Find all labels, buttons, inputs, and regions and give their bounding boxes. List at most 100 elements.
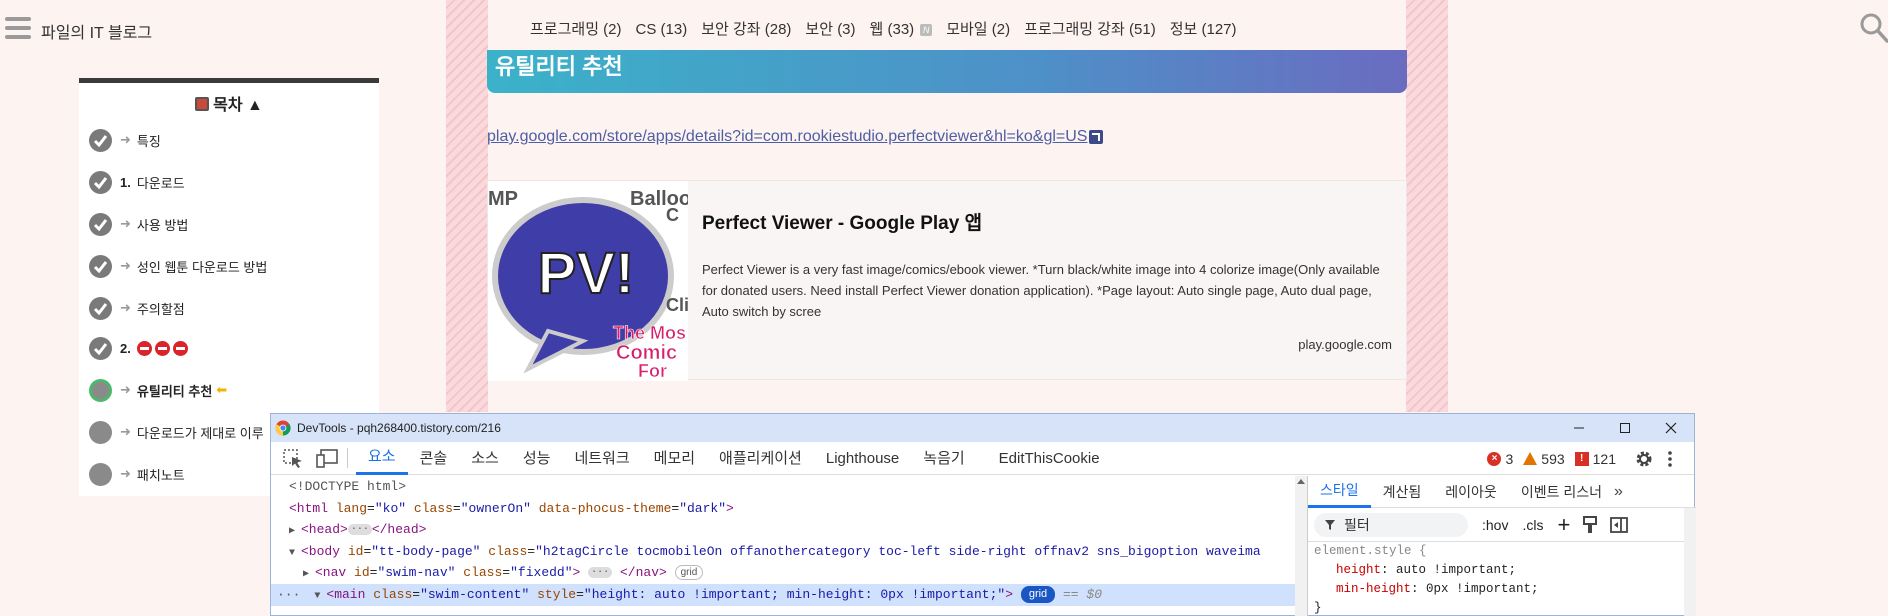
toc-item[interactable]: ➜ 성인 웹툰 다운로드 방법 — [89, 251, 267, 281]
more-options-icon[interactable] — [1662, 449, 1678, 469]
selected-node-ref: == $0 — [1062, 586, 1102, 602]
collapse-triangle-icon[interactable]: ▼ — [289, 543, 301, 565]
search-icon[interactable] — [1860, 12, 1888, 44]
nav-item[interactable]: 웹 (33) — [870, 21, 915, 38]
tab-performance[interactable]: 성능 — [511, 442, 563, 475]
link-preview-card[interactable]: MP Balloo PV! C Cli The Mos Comic For Pe… — [487, 180, 1407, 381]
toc-item[interactable]: 1. 다운로드 — [89, 167, 185, 197]
nav-item[interactable]: 프로그래밍 (2) — [530, 21, 622, 38]
link-text[interactable]: play.google.com/store/apps/details?id=co… — [487, 128, 1087, 145]
toc-item-label: 사용 방법 — [136, 217, 189, 233]
tab-computed[interactable]: 계산됨 — [1371, 476, 1434, 508]
arrow-icon: ➜ — [120, 216, 131, 231]
nav-item[interactable]: 정보 (127) — [1170, 21, 1237, 38]
no-entry-icon — [172, 340, 188, 356]
device-toolbar-icon[interactable] — [315, 447, 339, 469]
svg-text:PV!: PV! — [538, 241, 635, 306]
tab-recorder[interactable]: 녹음기 — [911, 442, 976, 475]
nav-item[interactable]: 모바일 (2) — [946, 21, 1010, 38]
arrow-icon: ➜ — [120, 424, 131, 439]
tab-layout[interactable]: 레이아웃 — [1433, 476, 1509, 508]
toc-book-icon — [195, 97, 210, 111]
blog-title[interactable]: 파일의 IT 블로그 — [41, 19, 152, 43]
filter-input[interactable]: 필터 — [1314, 512, 1468, 537]
pending-dot-icon — [89, 420, 112, 444]
hov-toggle[interactable]: :hov — [1482, 517, 1508, 533]
styles-tabs: 스타일 계산됨 레이아웃 이벤트 리스너 » — [1308, 476, 1696, 508]
nav-item[interactable]: CS (13) — [636, 21, 688, 38]
grid-badge[interactable]: grid — [1020, 586, 1056, 604]
devtools-titlebar: DevTools - pqh268400.tistory.com/216 — [271, 414, 1694, 442]
collapse-triangle-icon[interactable]: ▼ — [314, 586, 326, 608]
cls-toggle[interactable]: .cls — [1522, 517, 1543, 533]
toc-item-label: 다운로드가 제대로 이루 — [136, 425, 264, 441]
tab-sources[interactable]: 소스 — [459, 442, 511, 475]
menu-hamburger-icon[interactable] — [5, 17, 31, 39]
tab-lighthouse[interactable]: Lighthouse — [814, 442, 911, 475]
issues-icon: ! — [1574, 451, 1589, 466]
maximize-icon[interactable] — [1602, 414, 1648, 442]
tab-network[interactable]: 네트워크 — [562, 442, 641, 475]
nav-item[interactable]: 보안 강좌 (28) — [701, 21, 791, 38]
nav-item[interactable]: 프로그래밍 강좌 (51) — [1024, 21, 1156, 38]
checkmark-icon — [89, 128, 112, 152]
tab-elements[interactable]: 요소 — [356, 442, 408, 475]
grid-badge[interactable]: grid — [674, 565, 704, 581]
style-declaration[interactable]: height: auto !important; — [1314, 561, 1696, 580]
external-link[interactable]: play.google.com/store/apps/details?id=co… — [487, 128, 1104, 146]
toc-item[interactable]: ➜ 패치노트 — [89, 459, 185, 489]
expand-triangle-icon[interactable]: ▶ — [303, 564, 315, 586]
toc-item[interactable]: ➜ 유틸리티 추천 ⬅ — [89, 375, 227, 405]
settings-gear-icon[interactable] — [1634, 449, 1654, 469]
paint-brush-icon[interactable] — [1582, 515, 1598, 534]
style-declaration[interactable]: min-height: 0px !important; — [1314, 580, 1696, 599]
tab-editthiscookie[interactable]: EditThisCookie — [987, 442, 1112, 475]
filter-icon — [1325, 519, 1335, 530]
collapsed-ellipsis[interactable]: ··· — [588, 567, 613, 579]
svg-text:MP: MP — [488, 188, 518, 210]
arrow-icon: ➜ — [120, 382, 131, 397]
card-title[interactable]: Perfect Viewer - Google Play 앱 — [702, 208, 982, 235]
inspect-element-icon[interactable] — [281, 447, 305, 469]
issue-counters[interactable]: × 3 593 ! 121 — [1487, 442, 1678, 475]
toc-item[interactable]: ➜ 다운로드가 제대로 이루 — [89, 417, 264, 447]
toc-title[interactable]: 목차 ▲ — [79, 91, 379, 115]
checkmark-icon — [89, 212, 112, 236]
minimize-icon[interactable] — [1556, 414, 1602, 442]
toc-item-label: 성인 웹툰 다운로드 방법 — [136, 259, 268, 275]
dom-line-head[interactable]: ▶ <head> ··· </head> — [271, 519, 1295, 541]
toc-item[interactable]: ➜ 주의할점 — [89, 293, 185, 323]
rule-selector[interactable]: element.style { — [1314, 542, 1696, 561]
dom-line-nav[interactable]: ▶ <nav id="swim-nav" class="fixedd"> ··· … — [271, 562, 1295, 584]
more-tabs-chevron-icon[interactable]: » — [1614, 483, 1623, 501]
toc-item[interactable]: ➜ 특징 — [89, 125, 161, 155]
svg-text:Cli: Cli — [666, 295, 688, 315]
new-rule-plus-icon[interactable]: + — [1557, 513, 1570, 535]
checkmark-icon — [89, 254, 112, 278]
dom-line-html[interactable]: <html lang="ko" class="ownerOn" data-pho… — [271, 498, 1295, 520]
dom-line-body[interactable]: ▼ <body id="tt-body-page" class="h2tagCir… — [271, 541, 1295, 563]
toggle-sidebar-icon[interactable] — [1610, 516, 1629, 533]
toc-item[interactable]: 2. — [89, 333, 191, 363]
styles-scrollbar[interactable] — [1684, 508, 1696, 616]
tab-application[interactable]: 애플리케이션 — [707, 442, 814, 475]
svg-text:The Mos: The Mos — [613, 323, 686, 343]
collapsed-ellipsis[interactable]: ··· — [347, 524, 372, 536]
tab-console[interactable]: 콘솔 — [408, 442, 460, 475]
elements-scrollbar[interactable] — [1295, 476, 1307, 616]
toc-item-number: 1. — [120, 174, 131, 190]
toc-item-label: 특징 — [136, 133, 161, 149]
no-entry-icon — [154, 340, 170, 356]
devtools-window: DevTools - pqh268400.tistory.com/216 요소 … — [270, 413, 1696, 616]
dom-line-doctype[interactable]: <!DOCTYPE html> — [271, 476, 1295, 498]
toc-item[interactable]: ➜ 사용 방법 — [89, 209, 188, 239]
nav-item[interactable]: 보안 (3) — [805, 21, 855, 38]
toc-item-number: 2. — [120, 340, 131, 356]
devtools-window-title: DevTools - pqh268400.tistory.com/216 — [297, 421, 501, 435]
tab-memory[interactable]: 메모리 — [642, 442, 707, 475]
expand-triangle-icon[interactable]: ▶ — [289, 521, 301, 543]
tab-styles[interactable]: 스타일 — [1308, 476, 1371, 508]
tab-event-listeners[interactable]: 이벤트 리스너 — [1509, 476, 1614, 508]
close-icon[interactable] — [1648, 414, 1694, 442]
dom-line-main[interactable]: ··· ▼ <main class="swim-content" style="he… — [271, 583, 1295, 608]
